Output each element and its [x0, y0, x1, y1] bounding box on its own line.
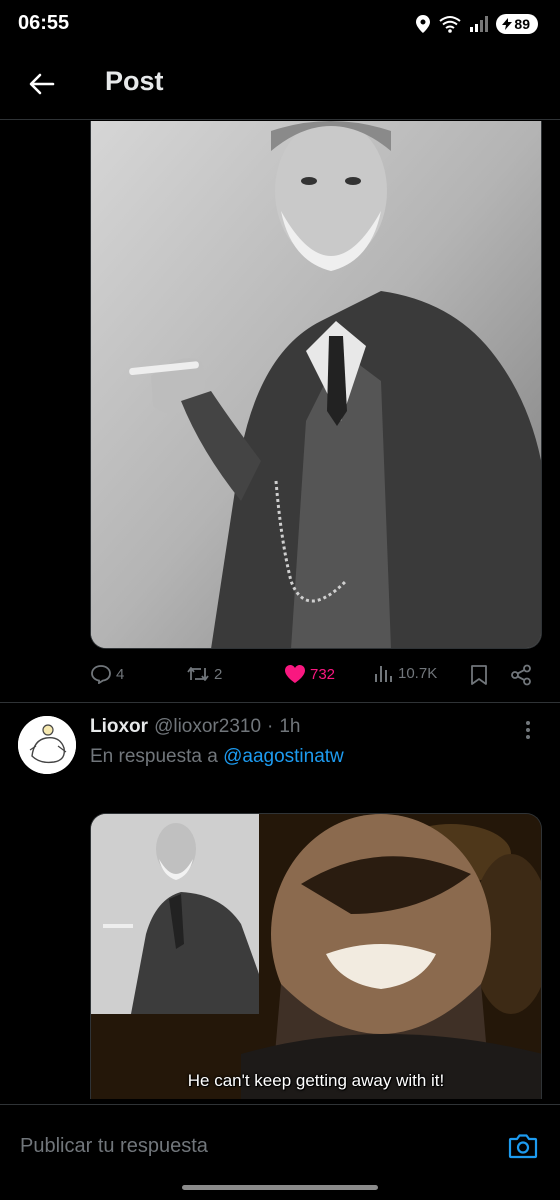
status-bar: 06:55 89: [0, 0, 560, 50]
app-screen: 06:55 89 Post 4 2 732 10.7K Lioxor @liox…: [0, 0, 560, 1200]
bookmark-icon: [471, 665, 487, 685]
more-options-button[interactable]: [518, 718, 538, 742]
arrow-left-icon: [29, 73, 55, 95]
post-actions: 4 2 732 10.7K: [90, 660, 542, 694]
home-indicator[interactable]: [182, 1185, 378, 1190]
repost-count: 2: [214, 665, 223, 683]
reply-header: Lioxor @lioxor2310 · 1h: [90, 716, 301, 738]
repost-action[interactable]: 2: [186, 664, 222, 684]
reply-mention-link[interactable]: @aagostinatw: [223, 746, 344, 767]
back-button[interactable]: [22, 64, 62, 104]
more-vertical-icon: [526, 721, 530, 739]
reply-to-prefix: En respuesta a: [90, 746, 218, 767]
reply-input[interactable]: [18, 1131, 488, 1161]
views-count: 10.7K: [398, 664, 438, 682]
heart-icon: [285, 665, 305, 683]
post-divider: [0, 702, 560, 703]
views-action[interactable]: 10.7K: [374, 664, 437, 682]
reply-count: 4: [116, 665, 125, 683]
share-button[interactable]: [510, 664, 532, 686]
reply-image[interactable]: He can't keep getting away with it!: [90, 813, 542, 1099]
reply-action[interactable]: 4: [90, 664, 124, 684]
battery-icon: 89: [496, 14, 538, 34]
camera-icon: [508, 1134, 538, 1159]
meme-inset-photo: [91, 814, 259, 1014]
reply-to-line: En respuesta a @aagostinatw: [90, 746, 344, 768]
battery-level: 89: [514, 16, 530, 32]
meme-caption: He can't keep getting away with it!: [187, 1071, 445, 1090]
page-title: Post: [105, 66, 164, 96]
inset-portrait-icon: [91, 814, 259, 1014]
reply-separator: ·: [267, 716, 274, 737]
like-action[interactable]: 732: [284, 664, 335, 684]
top-header: Post: [0, 50, 560, 120]
camera-button[interactable]: [506, 1129, 540, 1163]
comment-icon: [91, 665, 111, 684]
avatar-drawing-icon: [18, 716, 76, 774]
repost-icon: [187, 667, 209, 681]
reply-time: 1h: [279, 716, 301, 737]
like-count: 732: [310, 665, 336, 683]
reply-author-handle[interactable]: @lioxor2310: [154, 716, 261, 738]
bookmark-button[interactable]: [470, 664, 488, 686]
post-image[interactable]: [90, 121, 542, 649]
location-icon: [416, 15, 431, 33]
wifi-icon: [439, 16, 462, 33]
views-chart-icon: [375, 666, 392, 682]
share-icon: [511, 664, 531, 686]
signal-icon: [470, 16, 489, 32]
portrait-photo: [91, 121, 541, 648]
status-time: 06:55: [18, 12, 70, 34]
reply-author-name[interactable]: Lioxor: [90, 716, 148, 738]
status-icons: 89: [416, 14, 538, 34]
avatar[interactable]: [18, 716, 76, 774]
